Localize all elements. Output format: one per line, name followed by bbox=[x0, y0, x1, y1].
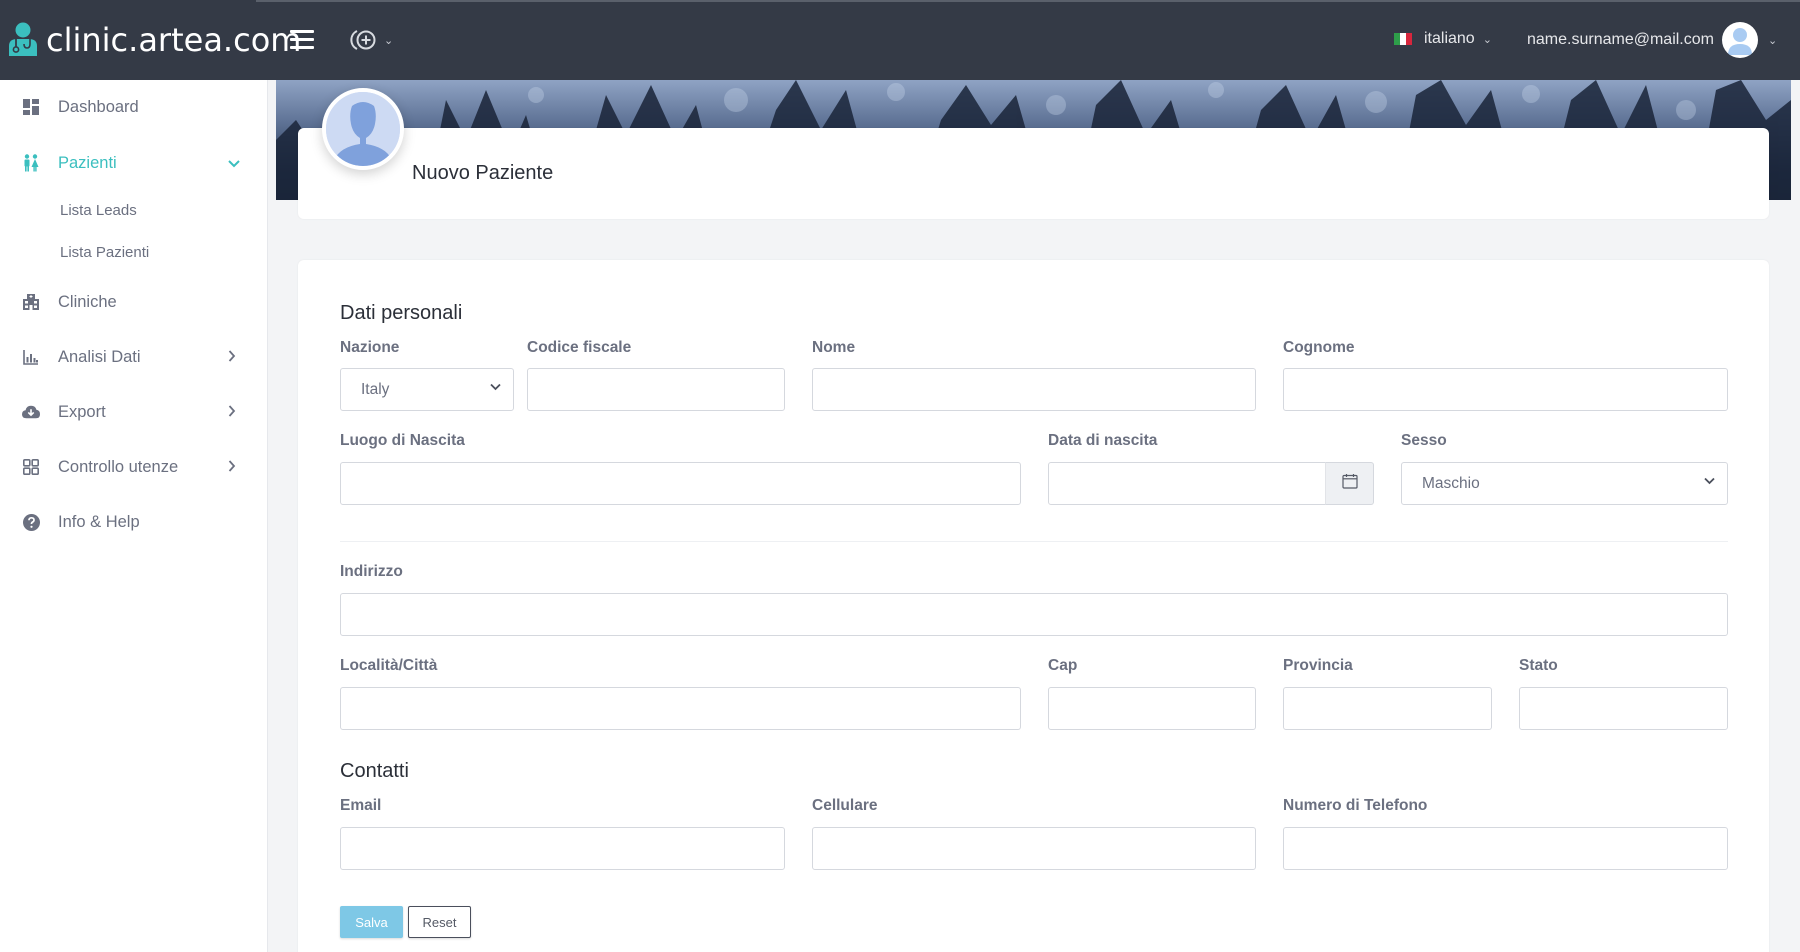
user-menu[interactable]: name.surname@mail.com ⌄ bbox=[1527, 22, 1777, 58]
date-picker-button[interactable] bbox=[1325, 462, 1374, 505]
stato-input[interactable] bbox=[1519, 687, 1728, 730]
sidebar-subitem-lista-pazienti[interactable]: Lista Pazienti bbox=[60, 244, 149, 261]
sidebar-subitem-lista-leads[interactable]: Lista Leads bbox=[60, 202, 137, 219]
label-email: Email bbox=[340, 797, 382, 814]
label-cognome: Cognome bbox=[1283, 339, 1355, 356]
sidebar-item-label: Cliniche bbox=[58, 292, 117, 311]
sesso-select[interactable]: Maschio bbox=[1401, 462, 1728, 505]
luogo-nascita-input[interactable] bbox=[340, 462, 1021, 505]
calendar-icon bbox=[1341, 473, 1358, 494]
cellulare-input[interactable] bbox=[812, 827, 1256, 870]
sidebar-item-pazienti[interactable]: Pazienti bbox=[0, 143, 268, 183]
nazione-selected-value: Italy bbox=[361, 380, 390, 398]
quick-add-dropdown[interactable]: ⌄ bbox=[350, 28, 393, 57]
label-telefono: Numero di Telefono bbox=[1283, 797, 1428, 814]
telefono-input[interactable] bbox=[1283, 827, 1728, 870]
chevron-right-icon bbox=[228, 404, 236, 420]
user-avatar-icon bbox=[1721, 22, 1758, 58]
chevron-down-icon bbox=[1704, 476, 1715, 488]
section-divider bbox=[340, 541, 1728, 542]
label-sesso: Sesso bbox=[1401, 432, 1447, 449]
sidebar-item-cliniche[interactable]: Cliniche bbox=[0, 282, 268, 322]
language-label: italiano bbox=[1424, 30, 1475, 47]
sidebar-item-label: Export bbox=[58, 402, 106, 421]
hamburger-icon-bar bbox=[290, 38, 314, 41]
chevron-down-icon: ⌄ bbox=[1482, 33, 1492, 46]
label-nazione: Nazione bbox=[340, 339, 400, 356]
patient-placeholder-icon[interactable] bbox=[322, 88, 404, 170]
sidebar-item-export[interactable]: Export bbox=[0, 392, 268, 432]
dashboard-icon bbox=[22, 98, 40, 116]
nazione-select[interactable]: Italy bbox=[340, 368, 514, 411]
localita-input[interactable] bbox=[340, 687, 1021, 730]
nome-input[interactable] bbox=[812, 368, 1256, 411]
doctor-logo-icon bbox=[6, 22, 40, 58]
brand-name: clinic.artea.com bbox=[46, 21, 302, 59]
label-luogo-nascita: Luogo di Nascita bbox=[340, 432, 465, 449]
label-cellulare: Cellulare bbox=[812, 797, 878, 814]
label-codice-fiscale: Codice fiscale bbox=[527, 339, 632, 356]
label-stato: Stato bbox=[1519, 657, 1558, 674]
label-localita: Località/Città bbox=[340, 657, 438, 674]
italy-flag-icon bbox=[1394, 33, 1412, 45]
cap-input[interactable] bbox=[1048, 687, 1256, 730]
sidebar-item-info-help[interactable]: Info & Help bbox=[0, 502, 268, 542]
chevron-right-icon bbox=[228, 459, 236, 475]
sidebar-item-controllo-utenze[interactable]: Controllo utenze bbox=[0, 447, 268, 487]
add-circle-icon bbox=[350, 28, 378, 57]
sidebar: Dashboard Pazienti Lista Leads Lista Paz… bbox=[0, 80, 268, 952]
chevron-down-icon bbox=[228, 155, 240, 171]
data-nascita-input[interactable] bbox=[1048, 462, 1326, 505]
sidebar-item-analisi-dati[interactable]: Analisi Dati bbox=[0, 337, 268, 377]
reset-button[interactable]: Reset bbox=[408, 906, 471, 938]
sidebar-item-label: Controllo utenze bbox=[58, 457, 179, 476]
label-data-nascita: Data di nascita bbox=[1048, 432, 1158, 449]
label-cap: Cap bbox=[1048, 657, 1078, 674]
label-indirizzo: Indirizzo bbox=[340, 563, 403, 580]
grid-icon bbox=[22, 458, 40, 476]
sidebar-item-label: Info & Help bbox=[58, 512, 140, 531]
sesso-selected-value: Maschio bbox=[1422, 474, 1480, 492]
save-button[interactable]: Salva bbox=[340, 906, 403, 938]
page-title: Nuovo Paziente bbox=[412, 162, 554, 184]
sidebar-item-label: Pazienti bbox=[58, 153, 117, 172]
sidebar-item-label: Analisi Dati bbox=[58, 347, 141, 366]
chevron-down-icon: ⌄ bbox=[384, 35, 394, 47]
hamburger-icon-bar bbox=[290, 30, 314, 33]
user-email: name.surname@mail.com bbox=[1527, 31, 1714, 48]
help-icon bbox=[22, 513, 40, 531]
sidebar-item-label: Dashboard bbox=[58, 97, 139, 116]
sidebar-item-dashboard[interactable]: Dashboard bbox=[0, 87, 268, 127]
label-provincia: Provincia bbox=[1283, 657, 1353, 674]
section-title-contatti: Contatti bbox=[340, 760, 409, 782]
menu-toggle-button[interactable] bbox=[290, 30, 314, 50]
topbar-top-line bbox=[256, 0, 1800, 2]
provincia-input[interactable] bbox=[1283, 687, 1492, 730]
cloud-download-icon bbox=[22, 403, 40, 421]
indirizzo-input[interactable] bbox=[340, 593, 1728, 636]
patients-icon bbox=[22, 154, 40, 172]
chart-icon bbox=[22, 348, 40, 366]
chevron-down-icon: ⌄ bbox=[1767, 34, 1778, 47]
codice-fiscale-input[interactable] bbox=[527, 368, 785, 411]
hospital-icon bbox=[22, 293, 40, 311]
email-input[interactable] bbox=[340, 827, 785, 870]
label-nome: Nome bbox=[812, 339, 856, 356]
section-title-dati-personali: Dati personali bbox=[340, 302, 463, 324]
top-navbar: clinic.artea.com ⌄ italiano ⌄ name.surna… bbox=[0, 0, 1800, 80]
hamburger-icon-bar bbox=[290, 46, 314, 49]
brand-logo[interactable]: clinic.artea.com bbox=[6, 18, 301, 62]
cognome-input[interactable] bbox=[1283, 368, 1728, 411]
language-selector[interactable]: italiano ⌄ bbox=[1394, 30, 1492, 48]
chevron-right-icon bbox=[228, 349, 236, 365]
chevron-down-icon bbox=[490, 382, 501, 394]
